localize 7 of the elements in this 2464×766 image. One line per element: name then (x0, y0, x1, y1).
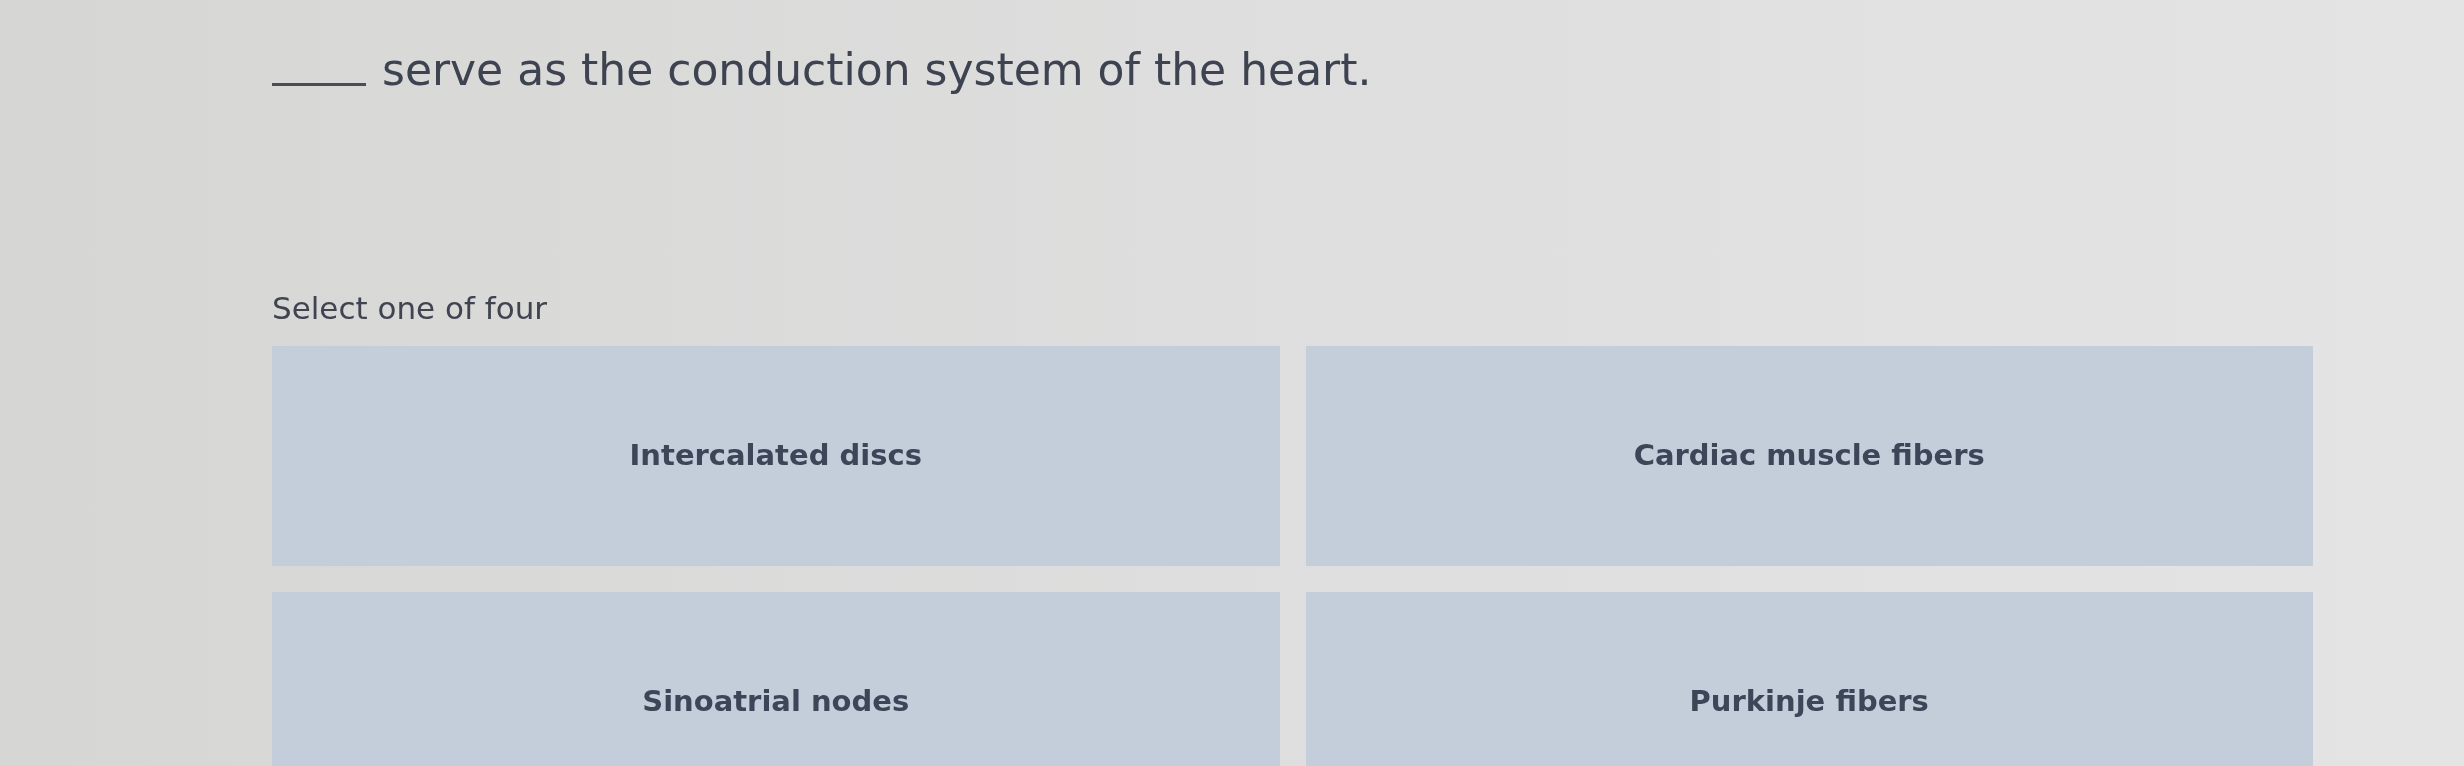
answer-option[interactable]: Purkinje fibers (1305, 592, 2313, 766)
answer-option[interactable]: Intercalated discs (272, 346, 1280, 566)
fill-in-line[interactable] (272, 83, 366, 86)
answer-option[interactable]: Cardiac muscle fibers (1305, 346, 2313, 566)
instruction-text: Select one of four (272, 289, 548, 328)
answer-option[interactable]: Sinoatrial nodes (272, 592, 1280, 766)
question-text: serve as the conduction system of the heart. (382, 43, 1372, 97)
